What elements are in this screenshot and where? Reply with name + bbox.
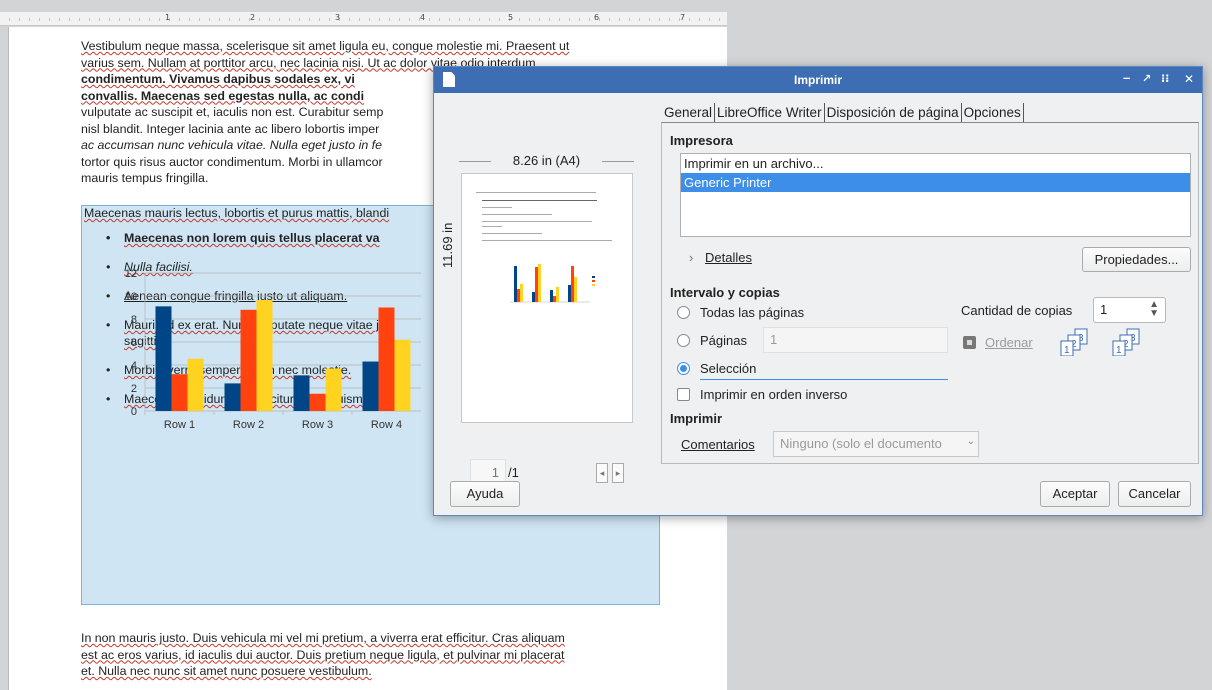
collate-label: Ordenar (985, 335, 1033, 350)
reverse-order-label: Imprimir en orden inverso (700, 387, 848, 402)
ruler-number: 1 (165, 13, 171, 22)
text-line: Maecenas mauris lectus, lobortis et puru… (84, 206, 390, 220)
ruler-number: 2 (250, 13, 256, 22)
printer-item[interactable]: Imprimir en un archivo... (681, 154, 1190, 173)
print-dialog[interactable]: Imprimir – ↗ ⁝⁝ ✕ 8.26 in (A4) 11.69 in (433, 66, 1203, 516)
chart-bar (224, 383, 241, 411)
dialog-title: Imprimir (793, 73, 842, 87)
chart-bar (293, 375, 310, 411)
all-pages-label: Todas las páginas (700, 305, 805, 320)
collate-icon: 3 2 1 (1060, 328, 1088, 356)
keep-above-icon[interactable]: ⁝⁝ (1161, 72, 1169, 85)
close-icon[interactable]: ✕ (1184, 72, 1194, 86)
x-tick-label: Row 4 (371, 419, 402, 431)
ruler-number: 7 (680, 13, 686, 22)
svg-text:1: 1 (1064, 345, 1070, 356)
all-pages-radio[interactable] (677, 306, 690, 319)
chevron-down-icon: ⌄ (966, 436, 975, 447)
details-chevron-icon[interactable]: › (689, 250, 693, 265)
chart-bar (394, 339, 411, 411)
maximize-icon[interactable]: ↗ (1142, 72, 1151, 85)
text-line: In non mauris justo. Duis vehicula mi ve… (81, 631, 565, 645)
thumbnail-chart (500, 254, 610, 309)
pages-label: Páginas (700, 333, 747, 348)
printer-section-title: Impresora (670, 133, 733, 148)
paragraph-3[interactable]: In non mauris justo. Duis vehicula mi ve… (81, 630, 671, 680)
copies-label: Cantidad de copias (961, 303, 1073, 318)
copies-value: 1 (1100, 302, 1108, 317)
page-thumbnail (461, 173, 633, 423)
chart-bar (256, 300, 273, 411)
text-line: et. Nulla nec nunc sit amet nunc posuere… (81, 664, 372, 678)
horizontal-ruler[interactable]: 1 2 3 4 5 6 7 (0, 12, 727, 26)
tab-bar[interactable]: General LibreOffice Writer Disposición d… (662, 103, 1024, 123)
y-tick-label: 2 (131, 383, 137, 395)
printer-list[interactable]: Imprimir en un archivo... Generic Printe… (680, 153, 1191, 237)
chart-bar (155, 306, 172, 411)
cancel-button[interactable]: Cancelar (1118, 481, 1191, 507)
collate-icon: 3 2 1 (1112, 328, 1140, 356)
ok-button[interactable]: Aceptar (1040, 481, 1110, 507)
ruler-number: 4 (420, 13, 426, 22)
x-tick-label: Row 2 (233, 419, 264, 431)
y-tick-label: 10 (125, 291, 137, 303)
y-tick-label: 6 (131, 337, 137, 349)
reverse-order-checkbox[interactable] (677, 388, 690, 401)
text-line: est ac eros varius, id iaculis dui aucto… (81, 647, 565, 662)
copies-spinbox[interactable]: 1 ▲ ▼ (1093, 297, 1166, 323)
minimize-icon[interactable]: – (1123, 70, 1130, 85)
ruler-number: 5 (508, 13, 514, 22)
next-page-button[interactable]: ▸ (612, 463, 624, 483)
print-section-title: Imprimir (670, 411, 723, 426)
prev-page-button[interactable]: ◂ (596, 463, 608, 483)
ruler-number: 6 (594, 13, 600, 22)
chart-bar (171, 374, 188, 411)
page-total: /1 (508, 465, 519, 480)
chart-bar (240, 309, 257, 411)
y-tick-label: 4 (131, 360, 137, 372)
selection-label: Selección (700, 361, 757, 376)
printer-item-selected[interactable]: Generic Printer (681, 173, 1190, 192)
tab-options[interactable]: Opciones (962, 103, 1024, 123)
chart-bar (325, 368, 342, 411)
text-line: Vestibulum neque massa, scelerisque sit … (81, 39, 570, 53)
page-width-label: 8.26 in (A4) (459, 153, 634, 168)
page-height-label: 11.69 in (440, 222, 455, 268)
selection-radio[interactable] (677, 362, 690, 375)
help-button[interactable]: Ayuda (450, 481, 520, 507)
tab-libreoffice-writer[interactable]: LibreOffice Writer (715, 103, 825, 123)
ruler-number: 3 (335, 13, 341, 22)
collate-checkbox[interactable] (963, 336, 976, 349)
chart-bar (187, 358, 204, 411)
y-tick-label: 0 (131, 406, 137, 418)
chart-bar (362, 361, 379, 411)
pages-input[interactable]: 1 (763, 327, 948, 353)
tab-general[interactable]: General (662, 103, 716, 123)
range-section-title: Intervalo y copias (670, 285, 780, 300)
general-panel: Impresora Imprimir en un archivo... Gene… (661, 122, 1199, 464)
chart-bar (309, 393, 326, 411)
chart-bar (378, 307, 395, 411)
y-tick-label: 8 (131, 314, 137, 326)
print-preview: 8.26 in (A4) 11.69 in 1 /1 ◂ ▸ (434, 93, 659, 485)
svg-text:1: 1 (1116, 345, 1122, 356)
tab-page-layout[interactable]: Disposición de página (825, 103, 962, 123)
details-expander[interactable]: Detalles (705, 250, 752, 265)
spin-arrows-icon[interactable]: ▲ ▼ (1149, 300, 1159, 319)
properties-button[interactable]: Propiedades... (1082, 247, 1191, 272)
dialog-titlebar[interactable]: Imprimir – ↗ ⁝⁝ ✕ (434, 67, 1202, 93)
pages-radio[interactable] (677, 334, 690, 347)
comments-dropdown[interactable]: Ninguno (solo el documento ⌄ (773, 431, 979, 457)
x-tick-label: Row 1 (164, 419, 195, 431)
ruler-ticks (0, 12, 727, 26)
x-tick-label: Row 3 (302, 419, 333, 431)
comments-label: Comentarios (681, 437, 755, 452)
y-tick-label: 12 (125, 268, 137, 280)
